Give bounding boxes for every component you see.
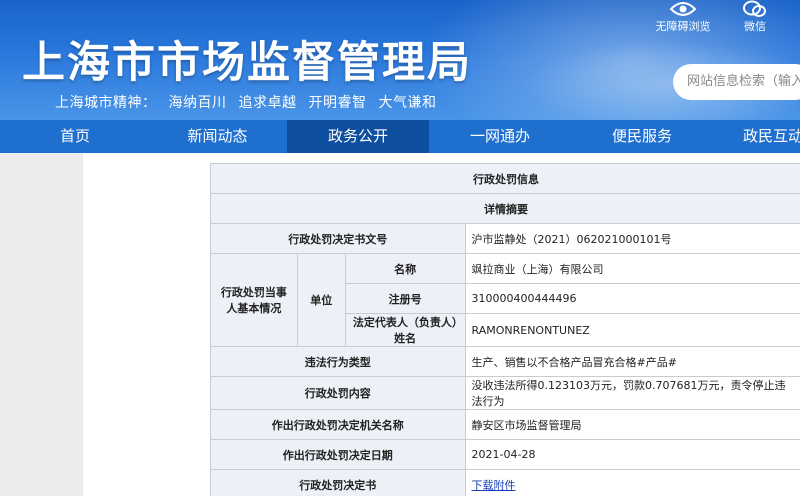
penalty-content-value: 没收违法所得0.123103万元，罚款0.707681万元，责令停止违法行为 <box>464 376 800 410</box>
reg-label: 注册号 <box>344 283 466 314</box>
decision-cell: 下载附件 <box>464 469 800 496</box>
download-attachment-link[interactable]: 下载附件 <box>472 479 516 492</box>
site-title[interactable]: 上海市市场监督管理局 <box>22 28 472 90</box>
slogan-part: 大气谦和 <box>378 95 437 111</box>
accessibility-label: 无障碍浏览 <box>655 20 711 33</box>
slogan-part: 开明睿智 <box>308 95 367 111</box>
site-search-input[interactable]: 网站信息检索（输入 <box>673 64 800 100</box>
main-nav: 首页 新闻动态 政务公开 一网通办 便民服务 政民互动 <box>0 120 800 153</box>
slogan-part: 海纳百川 <box>168 95 227 111</box>
decision-label: 行政处罚决定书 <box>210 469 466 496</box>
city-slogan: 上海城市精神： 海纳百川 追求卓越 开明睿智 大气谦和 <box>55 92 449 112</box>
name-label: 名称 <box>344 253 466 284</box>
penalty-content-label: 行政处罚内容 <box>210 376 466 410</box>
wechat-label: 微信 <box>744 20 766 33</box>
eye-icon <box>669 2 697 16</box>
table-summary: 详情摘要 <box>210 193 800 224</box>
wechat-button[interactable]: 微信 <box>730 0 780 34</box>
slogan-prefix: 上海城市精神： <box>55 95 157 111</box>
site-header: 上海市市场监督管理局 上海城市精神： 海纳百川 追求卓越 开明睿智 大气谦和 无障碍浏览… <box>0 0 800 120</box>
rep-value: RAMONRENONTUNEZ <box>464 313 800 347</box>
accessibility-button[interactable]: 无障碍浏览 <box>648 0 718 34</box>
violation-label: 违法行为类型 <box>210 346 466 377</box>
org-value: 静安区市场监督管理局 <box>464 409 800 440</box>
date-label: 作出行政处罚决定日期 <box>210 439 466 470</box>
nav-item-news[interactable]: 新闻动态 <box>150 120 285 153</box>
nav-item-online-services[interactable]: 一网通办 <box>429 120 571 153</box>
nav-item-gov-affairs[interactable]: 政务公开 <box>287 120 429 153</box>
doc-no-value: 沪市监静处（2021）062021000101号 <box>464 223 800 254</box>
rep-label: 法定代表人（负责人）姓名 <box>344 313 466 347</box>
penalty-info-table: 行政处罚信息 详情摘要 行政处罚决定书文号 沪市监静处（2021）0620210… <box>210 163 800 496</box>
top-tools: 无障碍浏览 微信 <box>640 0 800 34</box>
name-value: 飒拉商业（上海）有限公司 <box>464 253 800 284</box>
nav-item-public-services[interactable]: 便民服务 <box>571 120 713 153</box>
unit-label: 单位 <box>296 253 346 347</box>
party-label: 行政处罚当事人基本情况 <box>210 253 298 347</box>
date-value: 2021-04-28 <box>464 439 800 470</box>
reg-value: 310000400444496 <box>464 283 800 314</box>
nav-item-home[interactable]: 首页 <box>0 120 150 153</box>
violation-value: 生产、销售以不合格产品冒充合格#产品# <box>464 346 800 377</box>
org-label: 作出行政处罚决定机关名称 <box>210 409 466 440</box>
wechat-icon <box>743 0 766 17</box>
doc-no-label: 行政处罚决定书文号 <box>210 223 466 254</box>
slogan-part: 追求卓越 <box>238 95 297 111</box>
table-title: 行政处罚信息 <box>210 163 800 194</box>
nav-item-interaction[interactable]: 政民互动 <box>713 120 800 153</box>
